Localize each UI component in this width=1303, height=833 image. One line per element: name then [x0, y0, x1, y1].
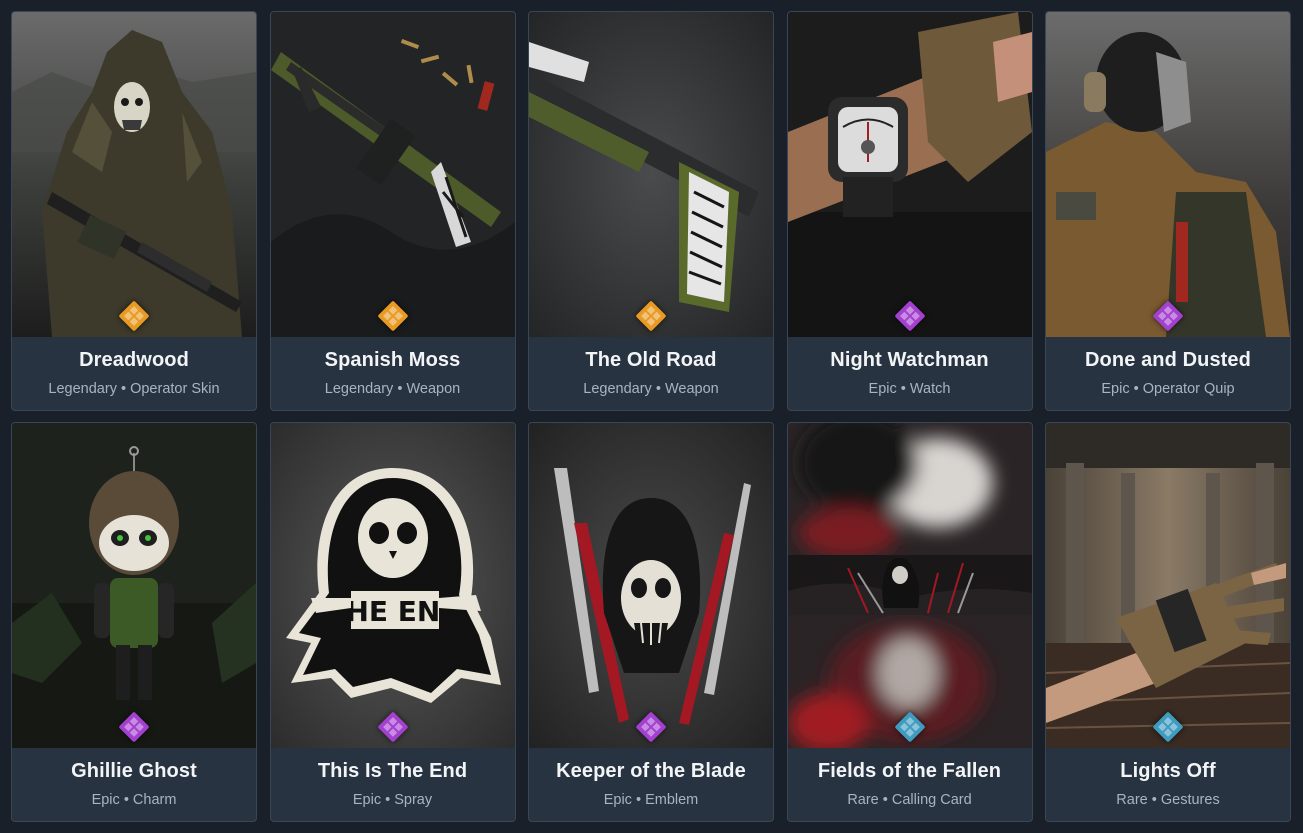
separator: •: [900, 381, 906, 397]
item-meta: Epic • Watch: [788, 381, 1032, 397]
item-name: Done and Dusted: [1085, 349, 1251, 371]
item-type: Calling Card: [891, 792, 972, 808]
item-meta: Epic • Spray: [271, 792, 515, 808]
item-name: Dreadwood: [79, 349, 189, 371]
item-artwork: [529, 423, 773, 748]
separator: •: [385, 792, 391, 808]
item-name: Spanish Moss: [324, 349, 461, 371]
item-card-the-old-road[interactable]: The Old Road Legendary • Weapon: [528, 11, 774, 411]
item-artwork: [12, 423, 256, 748]
item-name: Fields of the Fallen: [817, 760, 1002, 782]
item-card-spanish-moss[interactable]: Spanish Moss Legendary • Weapon: [269, 11, 516, 411]
item-meta: Rare • Calling Card: [788, 792, 1032, 808]
separator: •: [397, 381, 403, 397]
item-name: Ghillie Ghost: [71, 760, 197, 782]
item-rarity: Epic: [352, 792, 382, 808]
item-card-keeper-of-the-blade[interactable]: Keeper of the Blade Epic • Emblem: [528, 422, 774, 822]
item-type: Weapon: [406, 381, 461, 397]
item-meta: Epic • Charm: [12, 792, 256, 808]
item-type: Spray: [394, 792, 433, 808]
item-artwork: [1046, 423, 1290, 748]
item-name: The Old Road: [585, 349, 717, 371]
item-artwork: [787, 423, 1032, 748]
separator: •: [655, 381, 661, 397]
separator: •: [882, 792, 888, 808]
item-meta: Epic • Emblem: [529, 792, 773, 808]
item-card-lights-off[interactable]: Lights Off Rare • Gestures: [1045, 422, 1291, 822]
item-type: Weapon: [664, 381, 719, 397]
item-card-fields-of-the-fallen[interactable]: Fields of the Fallen Rare • Calling Card: [786, 422, 1033, 822]
item-card-dreadwood[interactable]: Dreadwood Legendary • Operator Skin: [11, 11, 257, 411]
item-rarity: Legendary: [324, 381, 394, 397]
item-meta: Epic • Operator Quip: [1046, 381, 1290, 397]
item-meta: Rare • Gestures: [1046, 792, 1290, 808]
item-artwork: [270, 12, 515, 337]
item-artwork: [12, 12, 256, 337]
item-name: Night Watchman: [830, 349, 989, 371]
item-rarity: Rare: [1116, 792, 1148, 808]
separator: •: [1151, 792, 1157, 808]
item-rarity: Legendary: [48, 381, 117, 397]
item-meta: Legendary • Weapon: [529, 381, 773, 397]
item-meta: Legendary • Operator Skin: [12, 381, 256, 397]
item-type: Emblem: [645, 792, 699, 808]
item-artwork: [529, 12, 773, 337]
separator: •: [635, 792, 642, 808]
item-artwork: [787, 12, 1032, 337]
item-type: Operator Quip: [1142, 381, 1235, 397]
separator: •: [123, 792, 129, 808]
item-rarity: Epic: [1101, 381, 1130, 397]
item-rarity: Epic: [603, 792, 632, 808]
item-artwork: THE END: [270, 423, 515, 748]
item-rarity: Rare: [847, 792, 879, 808]
item-name: Lights Off: [1120, 760, 1216, 782]
item-rarity: Epic: [91, 792, 120, 808]
item-card-night-watchman[interactable]: Night Watchman Epic • Watch: [786, 11, 1033, 411]
item-name: This Is The End: [317, 760, 468, 782]
item-name: Keeper of the Blade: [556, 760, 746, 782]
item-artwork: [1046, 12, 1290, 337]
item-type: Charm: [132, 792, 177, 808]
item-card-done-and-dusted[interactable]: Done and Dusted Epic • Operator Quip: [1045, 11, 1291, 411]
item-meta: Legendary • Weapon: [271, 381, 515, 397]
item-type: Watch: [909, 381, 951, 397]
item-type: Gestures: [1160, 792, 1220, 808]
separator: •: [120, 381, 127, 397]
item-card-this-is-the-end[interactable]: THE END This Is The End Epic • Spray: [269, 422, 516, 822]
item-rarity: Epic: [868, 381, 897, 397]
item-type: Operator Skin: [130, 381, 220, 397]
item-grid: Dreadwood Legendary • Operator Skin Span…: [11, 11, 1291, 822]
item-rarity: Legendary: [583, 381, 652, 397]
item-card-ghillie-ghost[interactable]: Ghillie Ghost Epic • Charm: [11, 422, 257, 822]
separator: •: [1133, 381, 1139, 397]
